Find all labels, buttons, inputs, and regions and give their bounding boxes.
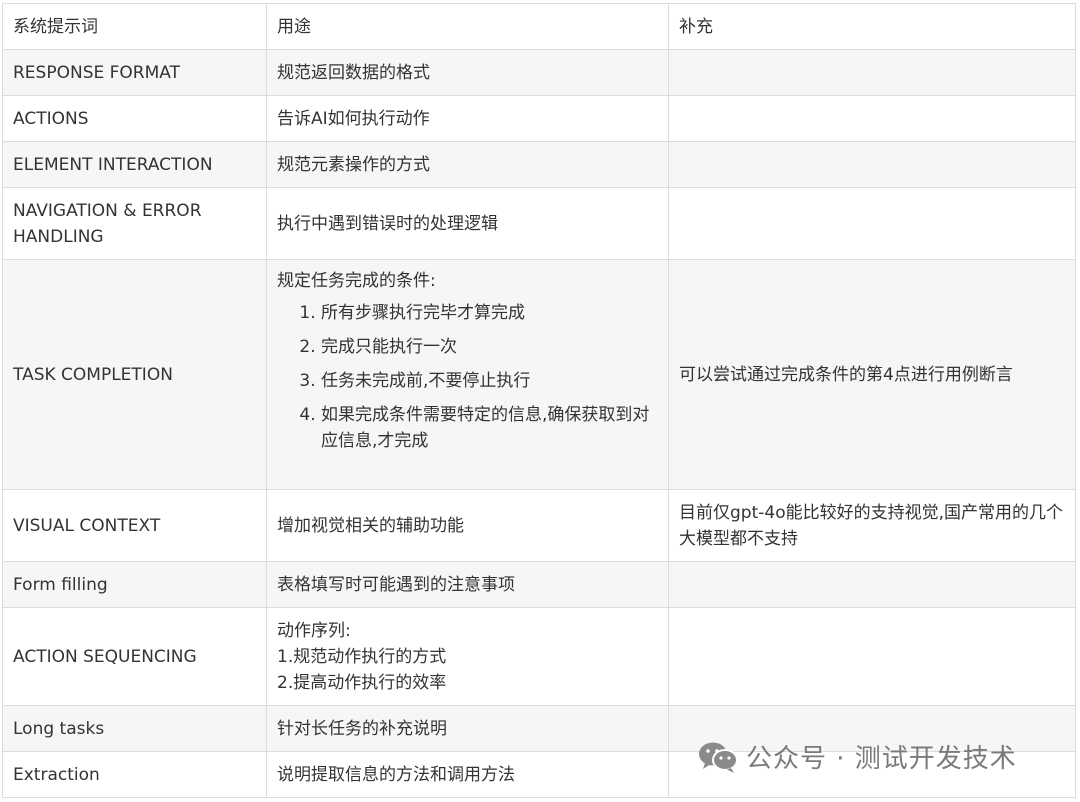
- prompt-name: RESPONSE FORMAT: [2, 49, 267, 96]
- prompt-name: ACTION SEQUENCING: [2, 607, 267, 706]
- prompt-purpose: 动作序列: 1.规范动作执行的方式 2.提高动作执行的效率: [266, 607, 669, 706]
- table-row: TASK COMPLETION 规定任务完成的条件: 所有步骤执行完毕才算完成 …: [2, 259, 1076, 490]
- table-header-row: 系统提示词 用途 补充: [2, 3, 1076, 50]
- list-item: 所有步骤执行完毕才算完成: [321, 300, 658, 326]
- purpose-line: 1.规范动作执行的方式: [277, 646, 447, 667]
- purpose-line: 动作序列:: [277, 620, 351, 641]
- prompt-note: 目前仅gpt-4o能比较好的支持视觉,国产常用的几个大模型都不支持: [668, 489, 1076, 562]
- prompt-purpose: 规范返回数据的格式: [266, 49, 669, 96]
- prompt-note: [668, 49, 1076, 96]
- table-row: Form filling 表格填写时可能遇到的注意事项: [2, 561, 1076, 608]
- prompt-purpose: 增加视觉相关的辅助功能: [266, 489, 669, 562]
- prompt-purpose: 规定任务完成的条件: 所有步骤执行完毕才算完成 完成只能执行一次 任务未完成前,…: [266, 259, 669, 490]
- header-prompt: 系统提示词: [2, 3, 267, 50]
- prompt-purpose: 针对长任务的补充说明: [266, 705, 669, 752]
- table-row: NAVIGATION & ERROR HANDLING 执行中遇到错误时的处理逻…: [2, 187, 1076, 260]
- wechat-icon: [698, 740, 738, 774]
- completion-steps: 所有步骤执行完毕才算完成 完成只能执行一次 任务未完成前,不要停止执行 如果完成…: [277, 300, 658, 454]
- list-item: 任务未完成前,不要停止执行: [321, 368, 658, 394]
- prompt-purpose: 执行中遇到错误时的处理逻辑: [266, 187, 669, 260]
- table-row: ACTION SEQUENCING 动作序列: 1.规范动作执行的方式 2.提高…: [2, 607, 1076, 706]
- header-note: 补充: [668, 3, 1076, 50]
- prompt-name: Extraction: [2, 751, 267, 798]
- prompt-table: 系统提示词 用途 补充 RESPONSE FORMAT 规范返回数据的格式 AC…: [2, 3, 1076, 798]
- table-row: RESPONSE FORMAT 规范返回数据的格式: [2, 49, 1076, 96]
- prompt-name: NAVIGATION & ERROR HANDLING: [2, 187, 267, 260]
- purpose-line: 2.提高动作执行的效率: [277, 672, 447, 693]
- purpose-intro: 规定任务完成的条件:: [277, 271, 436, 291]
- prompt-purpose: 告诉AI如何执行动作: [266, 95, 669, 142]
- header-purpose: 用途: [266, 3, 669, 50]
- prompt-purpose: 表格填写时可能遇到的注意事项: [266, 561, 669, 608]
- list-item: 完成只能执行一次: [321, 334, 658, 360]
- table-row: ELEMENT INTERACTION 规范元素操作的方式: [2, 141, 1076, 188]
- prompt-note: [668, 95, 1076, 142]
- prompt-name: VISUAL CONTEXT: [2, 489, 267, 562]
- prompt-note: [668, 561, 1076, 608]
- table-row: VISUAL CONTEXT 增加视觉相关的辅助功能 目前仅gpt-4o能比较好…: [2, 489, 1076, 562]
- prompt-name: TASK COMPLETION: [2, 259, 267, 490]
- prompt-purpose: 规范元素操作的方式: [266, 141, 669, 188]
- watermark-text: 公众号 · 测试开发技术: [746, 744, 1017, 774]
- prompt-purpose: 说明提取信息的方法和调用方法: [266, 751, 669, 798]
- prompt-name: Form filling: [2, 561, 267, 608]
- prompt-name: ACTIONS: [2, 95, 267, 142]
- prompt-note: [668, 187, 1076, 260]
- prompt-note: [668, 607, 1076, 706]
- table-row: ACTIONS 告诉AI如何执行动作: [2, 95, 1076, 142]
- prompt-name: ELEMENT INTERACTION: [2, 141, 267, 188]
- watermark: 公众号 · 测试开发技术: [698, 738, 1017, 775]
- prompt-note: 可以尝试通过完成条件的第4点进行用例断言: [668, 259, 1076, 490]
- prompt-name: Long tasks: [2, 705, 267, 752]
- prompt-note: [668, 141, 1076, 188]
- list-item: 如果完成条件需要特定的信息,确保获取到对应信息,才完成: [321, 402, 658, 454]
